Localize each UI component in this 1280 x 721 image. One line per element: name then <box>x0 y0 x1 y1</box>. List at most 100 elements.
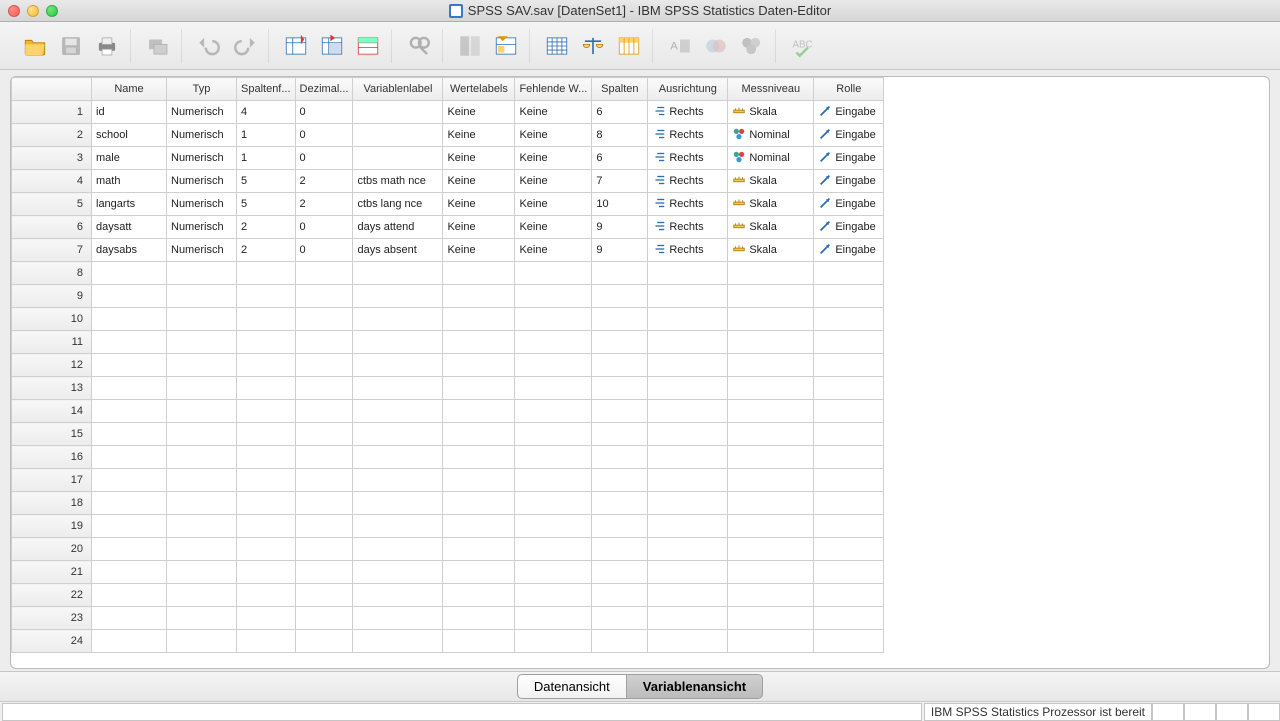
empty-cell[interactable] <box>443 607 515 630</box>
col-spalten[interactable]: Spalten <box>592 78 648 101</box>
empty-cell[interactable] <box>648 354 728 377</box>
empty-cell[interactable] <box>443 400 515 423</box>
empty-cell[interactable] <box>237 331 296 354</box>
table-row[interactable]: 1idNumerisch40KeineKeine6RechtsSkalaEing… <box>12 101 884 124</box>
empty-cell[interactable] <box>295 400 353 423</box>
show-all-button[interactable] <box>699 29 733 63</box>
cell[interactable]: 9 <box>592 216 648 239</box>
use-sets-button[interactable]: A <box>663 29 697 63</box>
empty-cell[interactable] <box>814 515 884 538</box>
row-number[interactable]: 22 <box>12 584 92 607</box>
table-row[interactable]: 20 <box>12 538 884 561</box>
empty-cell[interactable] <box>728 538 814 561</box>
recall-dialog-button[interactable] <box>141 29 175 63</box>
empty-cell[interactable] <box>592 469 648 492</box>
empty-cell[interactable] <box>295 354 353 377</box>
empty-cell[interactable] <box>592 354 648 377</box>
value-labels-button[interactable] <box>612 29 646 63</box>
cell[interactable]: 9 <box>592 239 648 262</box>
empty-cell[interactable] <box>515 354 592 377</box>
row-number[interactable]: 14 <box>12 400 92 423</box>
empty-cell[interactable] <box>648 331 728 354</box>
empty-cell[interactable] <box>167 354 237 377</box>
cell[interactable]: Keine <box>443 193 515 216</box>
cell[interactable]: daysatt <box>92 216 167 239</box>
weight-cases-button[interactable] <box>576 29 610 63</box>
col-ausrichtung[interactable]: Ausrichtung <box>648 78 728 101</box>
empty-cell[interactable] <box>295 538 353 561</box>
empty-cell[interactable] <box>92 377 167 400</box>
empty-cell[interactable] <box>443 515 515 538</box>
table-row[interactable]: 13 <box>12 377 884 400</box>
empty-cell[interactable] <box>592 423 648 446</box>
minimize-window-icon[interactable] <box>27 5 39 17</box>
use-all-button[interactable] <box>735 29 769 63</box>
empty-cell[interactable] <box>814 561 884 584</box>
table-row[interactable]: 15 <box>12 423 884 446</box>
empty-cell[interactable] <box>92 561 167 584</box>
empty-cell[interactable] <box>295 262 353 285</box>
row-number[interactable]: 9 <box>12 285 92 308</box>
variable-grid[interactable]: Name Typ Spaltenf... Dezimal... Variable… <box>11 77 884 653</box>
print-button[interactable] <box>90 29 124 63</box>
col-rolle[interactable]: Rolle <box>814 78 884 101</box>
empty-cell[interactable] <box>515 308 592 331</box>
cell-rolle[interactable]: Eingabe <box>814 239 884 262</box>
cell-messniveau[interactable]: Skala <box>728 101 814 124</box>
empty-cell[interactable] <box>92 331 167 354</box>
empty-cell[interactable] <box>515 469 592 492</box>
table-row[interactable]: 18 <box>12 492 884 515</box>
cell[interactable]: id <box>92 101 167 124</box>
goto-variable-button[interactable] <box>315 29 349 63</box>
empty-cell[interactable] <box>515 584 592 607</box>
cell[interactable]: Numerisch <box>167 147 237 170</box>
empty-cell[interactable] <box>515 331 592 354</box>
empty-cell[interactable] <box>515 561 592 584</box>
empty-cell[interactable] <box>592 607 648 630</box>
cell[interactable]: Numerisch <box>167 124 237 147</box>
cell-rolle[interactable]: Eingabe <box>814 124 884 147</box>
cell-ausrichtung[interactable]: Rechts <box>648 147 728 170</box>
empty-cell[interactable] <box>167 285 237 308</box>
empty-cell[interactable] <box>237 492 296 515</box>
empty-cell[interactable] <box>237 515 296 538</box>
cell[interactable]: days attend <box>353 216 443 239</box>
empty-cell[interactable] <box>92 492 167 515</box>
empty-cell[interactable] <box>592 377 648 400</box>
empty-cell[interactable] <box>167 446 237 469</box>
empty-cell[interactable] <box>167 262 237 285</box>
empty-cell[interactable] <box>728 308 814 331</box>
row-number[interactable]: 19 <box>12 515 92 538</box>
empty-cell[interactable] <box>353 285 443 308</box>
empty-cell[interactable] <box>592 262 648 285</box>
empty-cell[interactable] <box>353 561 443 584</box>
table-row[interactable]: 6daysattNumerisch20days attendKeineKeine… <box>12 216 884 239</box>
table-row[interactable]: 4mathNumerisch52ctbs math nceKeineKeine7… <box>12 170 884 193</box>
empty-cell[interactable] <box>295 377 353 400</box>
row-number[interactable]: 16 <box>12 446 92 469</box>
empty-cell[interactable] <box>92 515 167 538</box>
empty-cell[interactable] <box>728 446 814 469</box>
cell[interactable]: 6 <box>592 147 648 170</box>
zoom-window-icon[interactable] <box>46 5 58 17</box>
empty-cell[interactable] <box>353 446 443 469</box>
row-number[interactable]: 13 <box>12 377 92 400</box>
empty-cell[interactable] <box>92 400 167 423</box>
empty-cell[interactable] <box>237 423 296 446</box>
empty-cell[interactable] <box>648 423 728 446</box>
cell[interactable]: Keine <box>515 239 592 262</box>
empty-cell[interactable] <box>592 630 648 653</box>
row-number[interactable]: 15 <box>12 423 92 446</box>
empty-cell[interactable] <box>237 607 296 630</box>
empty-cell[interactable] <box>167 561 237 584</box>
table-row[interactable]: 9 <box>12 285 884 308</box>
empty-cell[interactable] <box>592 400 648 423</box>
empty-cell[interactable] <box>592 561 648 584</box>
empty-cell[interactable] <box>92 423 167 446</box>
table-row[interactable]: 24 <box>12 630 884 653</box>
empty-cell[interactable] <box>353 331 443 354</box>
find-button[interactable] <box>402 29 436 63</box>
table-row[interactable]: 14 <box>12 400 884 423</box>
cell[interactable]: Numerisch <box>167 170 237 193</box>
empty-cell[interactable] <box>353 630 443 653</box>
